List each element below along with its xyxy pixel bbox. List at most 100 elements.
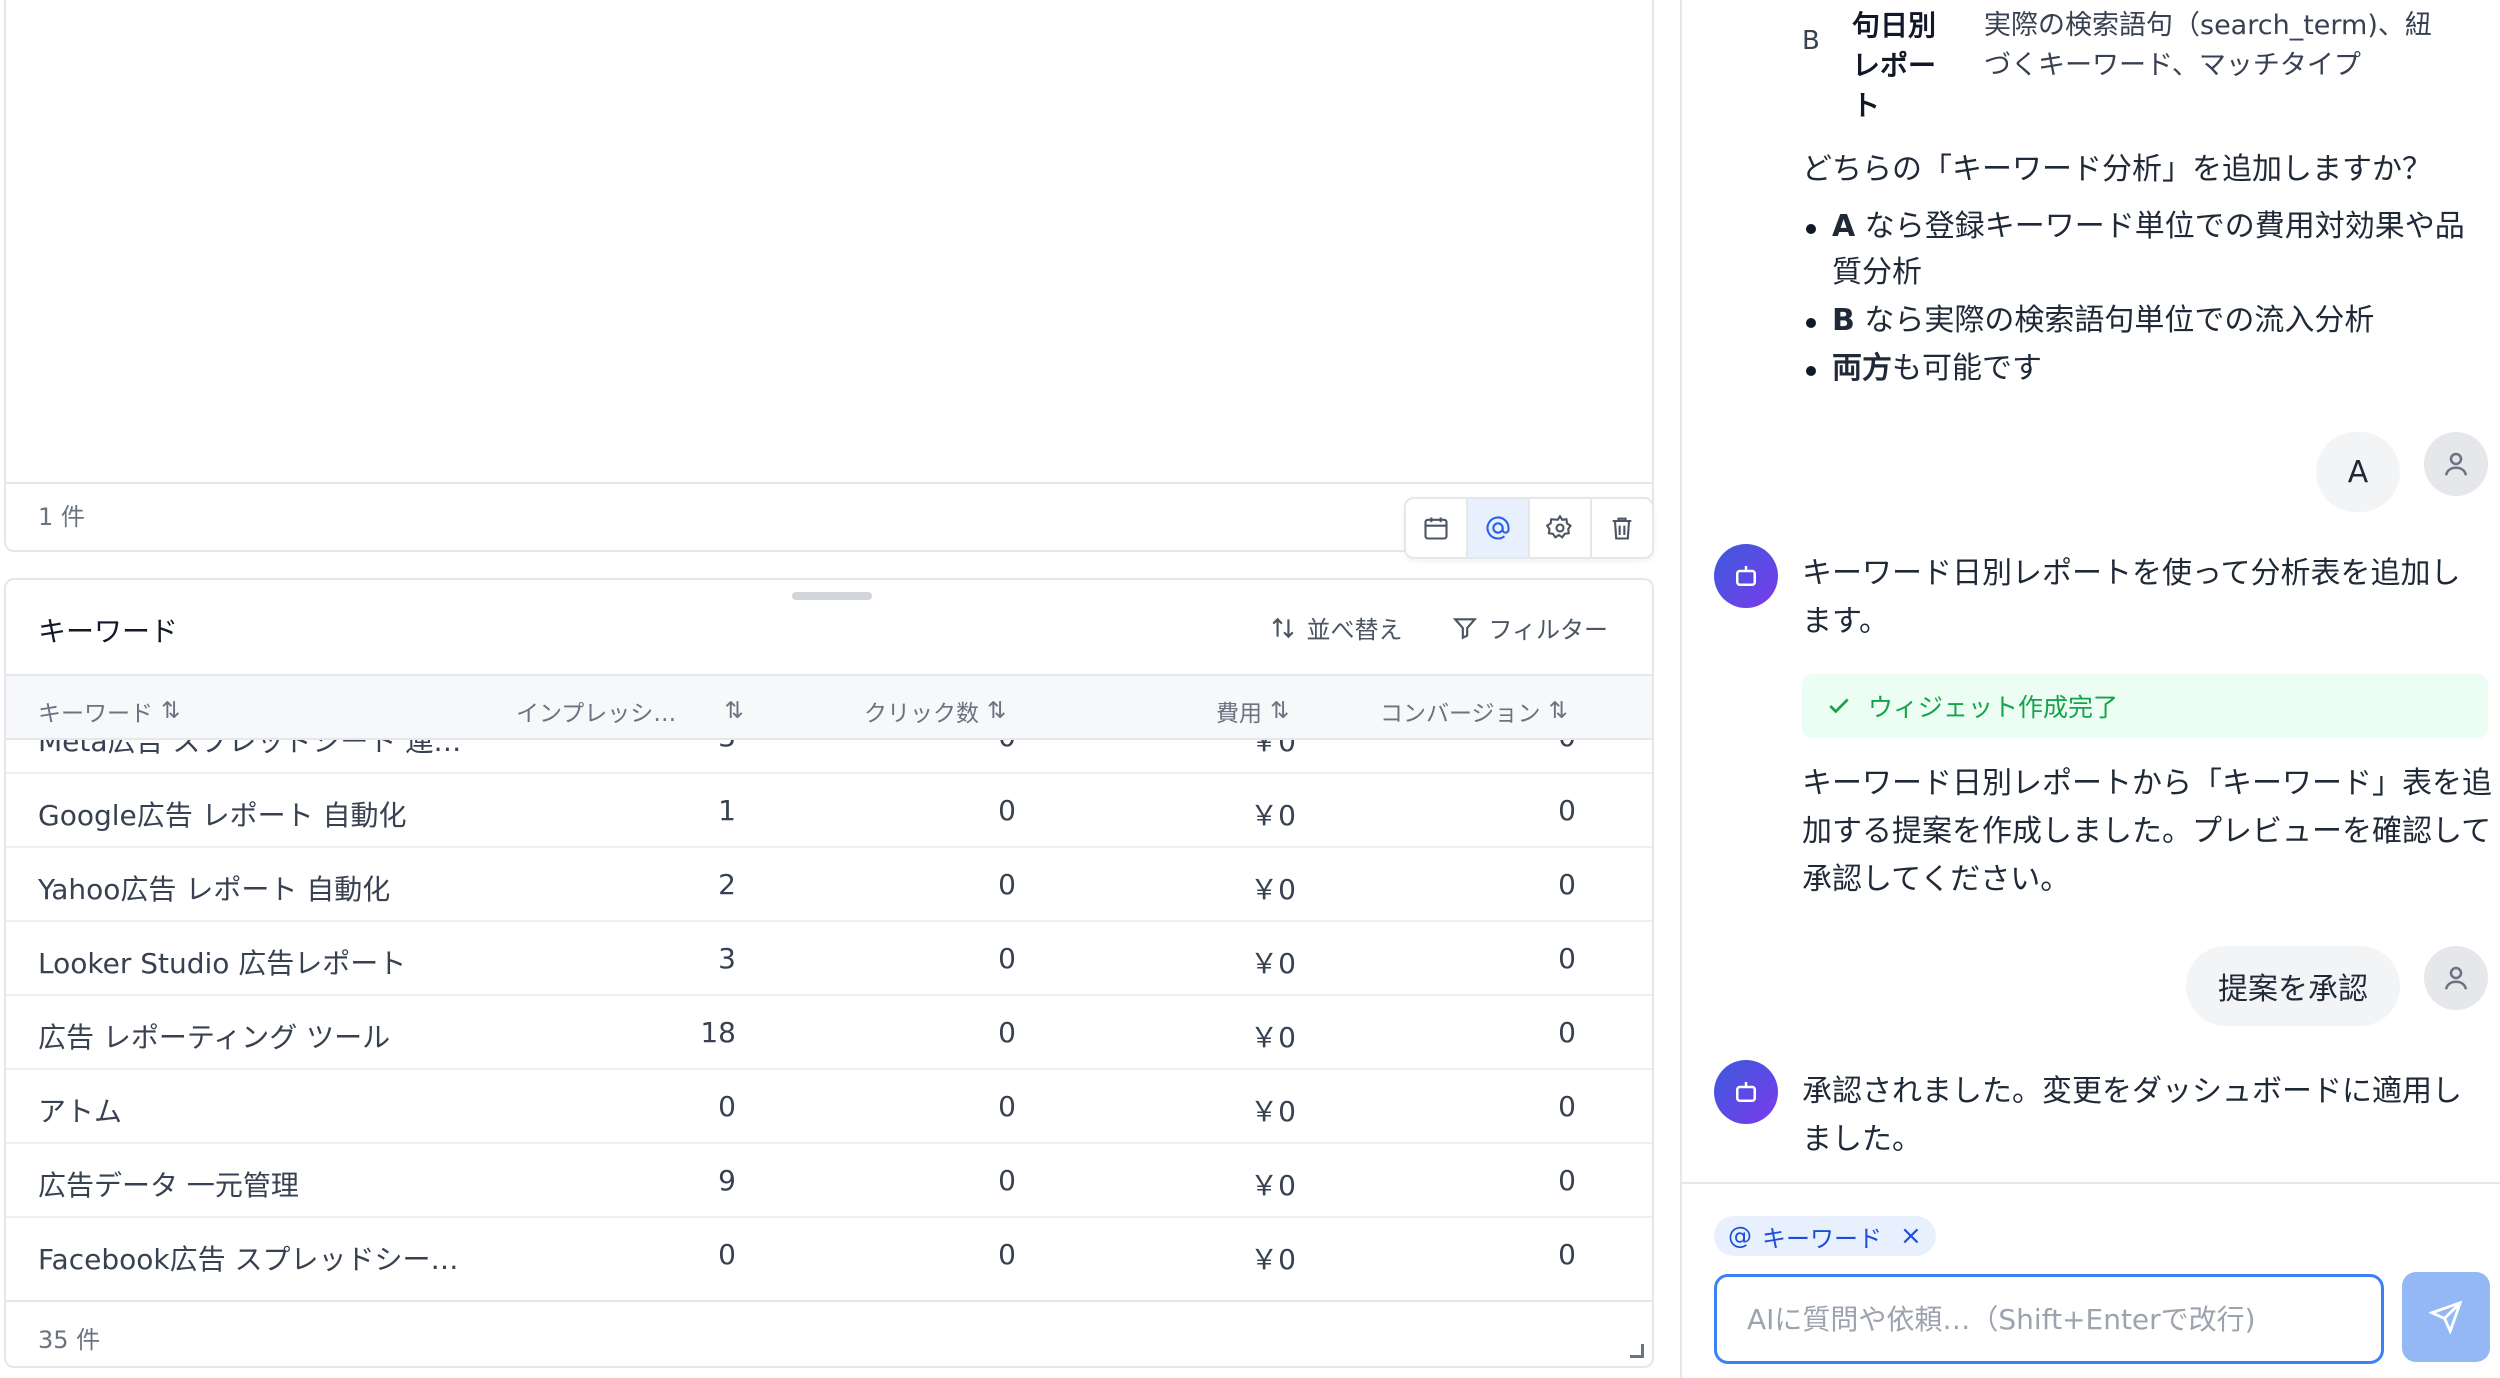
- column-label: キーワード: [38, 701, 153, 727]
- bot-icon: [1736, 1082, 1756, 1102]
- sort-icon: [1272, 617, 1294, 638]
- keyword-widget: キーワード 並べ替え フィルター キーワード ⇅ インプレッシ… ⇅ クリック数…: [4, 578, 1654, 1368]
- bot-avatar: [1714, 1060, 1778, 1124]
- table-body[interactable]: Meta広告 スプレッドシート 連… 3 0 ￥0 0 Google広告 レポー…: [6, 740, 1652, 1300]
- resize-handle[interactable]: [1630, 1344, 1644, 1358]
- cell-clicks: 0: [998, 1164, 1016, 1197]
- cell-conversions: 0: [1558, 1090, 1576, 1123]
- gear-icon: [1546, 514, 1572, 539]
- cell-clicks: 0: [998, 942, 1016, 975]
- cell-impressions: 18: [700, 1016, 736, 1049]
- at-sign-icon: @: [1728, 1222, 1752, 1250]
- dashboard-area: 1 件 キーワード 並べ替え フィルター キーワード ⇅ インプレッシ… ⇅ ク…: [0, 0, 1680, 1378]
- cell-keyword: アトム: [38, 1095, 123, 1128]
- cell-impressions: 0: [718, 1238, 736, 1271]
- user-message: A: [2316, 432, 2400, 512]
- top-widget-count: 1 件: [38, 503, 85, 531]
- cell-impressions: 9: [718, 1164, 736, 1197]
- bullet-item: 両方も可能です: [1802, 346, 2492, 392]
- chat-input[interactable]: [1714, 1274, 2384, 1364]
- user-avatar: [2424, 946, 2488, 1010]
- bot-question: どちらの「キーワード分析」を追加しますか？: [1802, 152, 2432, 187]
- column-header-keyword[interactable]: キーワード ⇅: [38, 694, 180, 728]
- table-row[interactable]: 広告 レポーティング ツール 18 0 ￥0 0: [6, 996, 1652, 1070]
- widget-toolbar: [1404, 497, 1654, 559]
- table-header: キーワード ⇅ インプレッシ… ⇅ クリック数 ⇅ 費用 ⇅ コンバージョン ⇅: [6, 674, 1652, 740]
- sort-toggle-icon: ⇅: [1270, 698, 1290, 724]
- cell-keyword: 広告データ 一元管理: [38, 1169, 299, 1202]
- option-table-row: B 句日別レポート 実際の検索語句（search_term)、紐づくキーワード、…: [1802, 0, 2462, 122]
- bullet-bold: 両方: [1832, 351, 1892, 386]
- bullet-text: なら登録キーワード単位での費用対効果や品質分析: [1832, 209, 2465, 290]
- table-row[interactable]: Yahoo広告 レポート 自動化 2 0 ￥0 0: [6, 848, 1652, 922]
- option-key: B: [1802, 26, 1820, 56]
- user-icon: [2444, 966, 2468, 990]
- table-row[interactable]: アトム 0 0 ￥0 0: [6, 1070, 1652, 1144]
- table-row[interactable]: Facebook広告 スプレッドシー… 0 0 ￥0 0: [6, 1218, 1652, 1292]
- filter-label: フィルター: [1488, 616, 1608, 644]
- at-sign-icon: [1486, 516, 1510, 540]
- widget-header: キーワード 並べ替え フィルター: [6, 580, 1652, 674]
- table-row[interactable]: Looker Studio 広告レポート 3 0 ￥0 0: [6, 922, 1652, 996]
- sort-toggle-icon: ⇅: [987, 698, 1007, 724]
- bullet-bold: B: [1832, 303, 1855, 338]
- cell-keyword: 広告 レポーティング ツール: [38, 1021, 391, 1054]
- sort-toggle-icon: ⇅: [1548, 698, 1568, 724]
- bullet-item: A なら登録キーワード単位での費用対効果や品質分析: [1802, 204, 2492, 296]
- widget-footer: 35 件: [6, 1300, 1652, 1366]
- mention-widget-button[interactable]: [1468, 499, 1530, 557]
- cell-clicks: 0: [998, 1090, 1016, 1123]
- cell-cost: ￥0: [1250, 947, 1296, 980]
- cell-cost: ￥0: [1250, 1169, 1296, 1202]
- widget-footer-divider: [6, 482, 1652, 484]
- table-row[interactable]: 広告データ 一元管理 9 0 ￥0 0: [6, 1144, 1652, 1218]
- calendar-icon: [1424, 517, 1448, 540]
- chat-history[interactable]: B 句日別レポート 実際の検索語句（search_term)、紐づくキーワード、…: [1682, 0, 2500, 1182]
- widget-created-notice: ウィジェット作成完了: [1802, 674, 2488, 738]
- filter-icon: [1453, 617, 1478, 640]
- cell-cost: ￥0: [1250, 873, 1296, 906]
- filter-button[interactable]: フィルター: [1452, 610, 1608, 645]
- chat-composer: @ キーワード ×: [1682, 1182, 2500, 1378]
- cell-cost: ￥0: [1250, 1095, 1296, 1128]
- cell-cost: ￥0: [1250, 1243, 1296, 1276]
- cell-impressions: 3: [656, 740, 736, 753]
- send-icon: [2429, 1300, 2463, 1334]
- cell-cost: ￥0: [1250, 1021, 1296, 1054]
- bullet-text: なら実際の検索語句単位での流入分析: [1854, 303, 2375, 338]
- cell-impressions: 2: [718, 868, 736, 901]
- cell-impressions: 3: [718, 942, 736, 975]
- sort-toggle-icon: ⇅: [161, 698, 181, 724]
- cell-conversions: 0: [1558, 942, 1576, 975]
- column-header-cost[interactable]: 費用 ⇅: [1216, 694, 1289, 728]
- send-button[interactable]: [2402, 1272, 2490, 1362]
- delete-widget-button[interactable]: [1592, 499, 1652, 557]
- ai-chat-panel: B 句日別レポート 実際の検索語句（search_term)、紐づくキーワード、…: [1680, 0, 2500, 1378]
- column-header-impressions[interactable]: インプレッシ… ⇅: [516, 694, 744, 728]
- cell-cost: ￥0: [1250, 799, 1296, 832]
- column-label: コンバージョン: [1380, 701, 1541, 727]
- bot-message: キーワード日別レポートを使って分析表を追加します。: [1802, 556, 2461, 639]
- sort-label: 並べ替え: [1306, 616, 1403, 644]
- user-icon: [2444, 452, 2468, 476]
- close-icon[interactable]: ×: [1900, 1221, 1922, 1251]
- cell-impressions: 0: [718, 1090, 736, 1123]
- sort-button[interactable]: 並べ替え: [1270, 610, 1402, 645]
- cell-clicks: 0: [998, 1238, 1016, 1271]
- widget-settings-button[interactable]: [1530, 499, 1592, 557]
- row-count: 35 件: [38, 1326, 101, 1354]
- sort-toggle-icon: ⇅: [724, 698, 744, 724]
- column-header-clicks[interactable]: クリック数 ⇅: [864, 694, 1006, 728]
- date-range-button[interactable]: [1406, 499, 1468, 557]
- cell-clicks: 0: [998, 794, 1016, 827]
- mention-label: キーワード: [1762, 1224, 1882, 1253]
- table-row[interactable]: Google広告 レポート 自動化 1 0 ￥0 0: [6, 774, 1652, 848]
- cell-conversions: 0: [1558, 794, 1576, 827]
- widget-title: キーワード: [38, 615, 179, 648]
- table-row[interactable]: Meta広告 スプレッドシート 連… 3 0 ￥0 0: [6, 740, 1652, 774]
- column-header-conversions[interactable]: コンバージョン ⇅: [1380, 694, 1568, 728]
- bullet-text: も可能です: [1892, 351, 2042, 386]
- user-avatar: [2424, 432, 2488, 496]
- bot-message: キーワード日別レポートから「キーワード」表を追加する提案を作成しました。プレビュ…: [1802, 766, 2492, 897]
- mention-chip[interactable]: @ キーワード ×: [1714, 1216, 1936, 1256]
